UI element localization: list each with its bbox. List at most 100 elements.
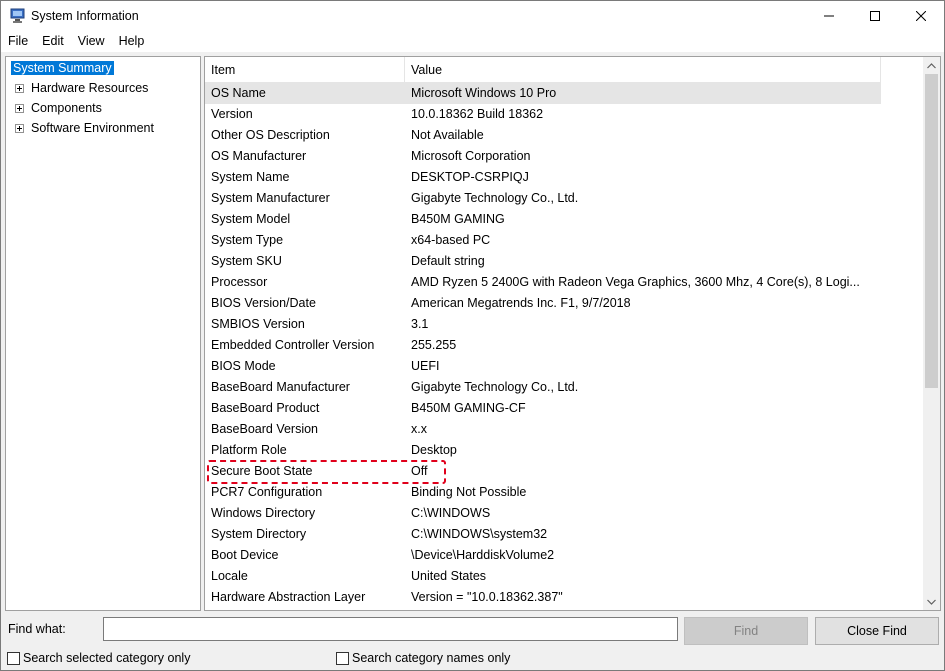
search-category-names-checkbox[interactable]: Search category names only [336,650,510,666]
row-value-cell: B450M GAMING [411,212,505,226]
row-value-cell: Gigabyte Technology Co., Ltd. [411,380,579,394]
table-row[interactable]: SMBIOS Version 3.1 [205,314,923,335]
row-value-cell: B450M GAMING-CF [411,401,526,415]
vertical-scrollbar[interactable] [923,57,940,610]
row-value-cell: \Device\HarddiskVolume2 [411,548,555,562]
checkbox-box[interactable] [336,651,349,665]
table-row[interactable]: OS Manufacturer Microsoft Corporation [205,146,923,167]
table-row[interactable]: Boot Device \Device\HarddiskVolume2 [205,545,923,566]
row-value-cell: C:\WINDOWS\system32 [411,527,548,541]
close-find-button[interactable]: Close Find [815,617,939,645]
row-item-cell: System Type [211,233,284,247]
row-item-cell: Version [211,107,253,121]
table-row[interactable]: Hardware Abstraction Layer Version = "10.… [205,587,923,608]
row-item-cell: System Manufacturer [211,191,330,205]
row-value-cell: 3.1 [411,317,429,331]
row-item-cell: OS Manufacturer [211,149,307,163]
secure-boot-highlight-box [207,460,446,484]
close-button[interactable] [898,1,944,31]
search-selected-category-checkbox[interactable]: Search selected category only [7,650,190,666]
column-header-value[interactable]: Value [405,57,881,83]
expand-plus-icon[interactable] [15,124,24,133]
row-value-cell: Default string [411,254,485,268]
table-row[interactable]: BIOS Version/Date American Megatrends Inc… [205,293,923,314]
row-value-cell: x.x [411,422,427,436]
minimize-icon [824,15,834,17]
tree-item-label: Components [31,101,102,115]
menu-edit[interactable]: Edit [35,31,71,52]
row-value-cell: AMD Ryzen 5 2400G with Radeon Vega Graph… [411,275,860,289]
row-item-cell: BaseBoard Version [211,422,319,436]
row-value-cell: Off [411,464,428,478]
menu-file[interactable]: File [1,31,35,52]
table-row[interactable]: BaseBoard Version x.x [205,419,923,440]
table-row[interactable]: BaseBoard Manufacturer Gigabyte Technolog… [205,377,923,398]
tree-item-system-summary[interactable]: System Summary [11,59,114,78]
row-value-cell: Binding Not Possible [411,485,527,499]
table-row[interactable]: Processor AMD Ryzen 5 2400G with Radeon V… [205,272,923,293]
menu-help[interactable]: Help [112,31,152,52]
column-header-item[interactable]: Item [205,57,405,83]
tree-item-hardware-resources[interactable]: Hardware Resources [15,79,148,98]
window-title: System Information [31,9,139,23]
tree-item-label: Software Environment [31,121,154,135]
row-item-cell: System Directory [211,527,307,541]
row-value-cell: 255.255 [411,338,457,352]
table-row[interactable]: Windows Directory C:\WINDOWS [205,503,923,524]
row-item-cell: Boot Device [211,548,279,562]
table-row[interactable]: BIOS Mode UEFI [205,356,923,377]
row-item-cell: BIOS Mode [211,359,276,373]
table-row[interactable]: PCR7 Configuration Binding Not Possible [205,482,923,503]
row-value-cell: American Megatrends Inc. F1, 9/7/2018 [411,296,631,310]
maximize-icon [870,11,880,21]
row-value-cell: Not Available [411,128,484,142]
row-value-cell: Microsoft Corporation [411,149,531,163]
row-value-cell: Gigabyte Technology Co., Ltd. [411,191,579,205]
scroll-down-arrow-icon[interactable] [923,593,940,610]
minimize-button[interactable] [806,1,852,31]
table-row[interactable]: System Manufacturer Gigabyte Technology C… [205,188,923,209]
row-value-cell: C:\WINDOWS [411,506,491,520]
table-row[interactable]: System Type x64-based PC [205,230,923,251]
row-value-cell: x64-based PC [411,233,491,247]
tree-item-software-environment[interactable]: Software Environment [15,119,154,138]
row-item-cell: Locale [211,569,248,583]
tree-item-components[interactable]: Components [15,99,102,118]
row-value-cell: Microsoft Windows 10 Pro [411,86,557,100]
find-what-label: Find what: [8,622,66,636]
list-header: Item Value [205,57,881,83]
row-value-cell: DESKTOP-CSRPIQJ [411,170,529,184]
list-rows: OS Name Microsoft Windows 10 Pro Version 10… [205,83,923,608]
row-item-cell: SMBIOS Version [211,317,305,331]
expand-plus-icon[interactable] [15,84,24,93]
system-information-window: System Information File Edit View Help S… [0,0,945,671]
checkbox-box[interactable] [7,651,20,665]
row-item-cell: Windows Directory [211,506,316,520]
title-bar: System Information [1,1,944,31]
row-value-cell: 10.0.18362 Build 18362 [411,107,544,121]
table-row[interactable]: OS Name Microsoft Windows 10 Pro [205,83,881,104]
table-row[interactable]: BaseBoard Product B450M GAMING-CF [205,398,923,419]
checkbox-label: Search category names only [352,651,511,665]
table-row[interactable]: Version 10.0.18362 Build 18362 [205,104,923,125]
table-row[interactable]: System Directory C:\WINDOWS\system32 [205,524,923,545]
close-icon [916,11,926,21]
find-what-input[interactable] [103,617,678,641]
table-row[interactable]: Locale United States [205,566,923,587]
table-row[interactable]: Platform Role Desktop [205,440,923,461]
menu-view[interactable]: View [71,31,112,52]
find-button[interactable]: Find [684,617,808,645]
table-row[interactable]: Other OS Description Not Available [205,125,923,146]
table-row[interactable]: Embedded Controller Version 255.255 [205,335,923,356]
scrollbar-thumb[interactable] [925,74,938,388]
table-row[interactable]: System Name DESKTOP-CSRPIQJ [205,167,923,188]
table-row[interactable]: System Model B450M GAMING [205,209,923,230]
category-tree: System Summary Hardware Resources Compon… [5,56,201,611]
table-row[interactable]: System SKU Default string [205,251,923,272]
checkbox-label: Search selected category only [23,651,191,665]
system-information-app-icon [10,8,26,24]
expand-plus-icon[interactable] [15,104,24,113]
maximize-button[interactable] [852,1,898,31]
scroll-up-arrow-icon[interactable] [923,57,940,74]
row-item-cell: OS Name [211,86,266,100]
